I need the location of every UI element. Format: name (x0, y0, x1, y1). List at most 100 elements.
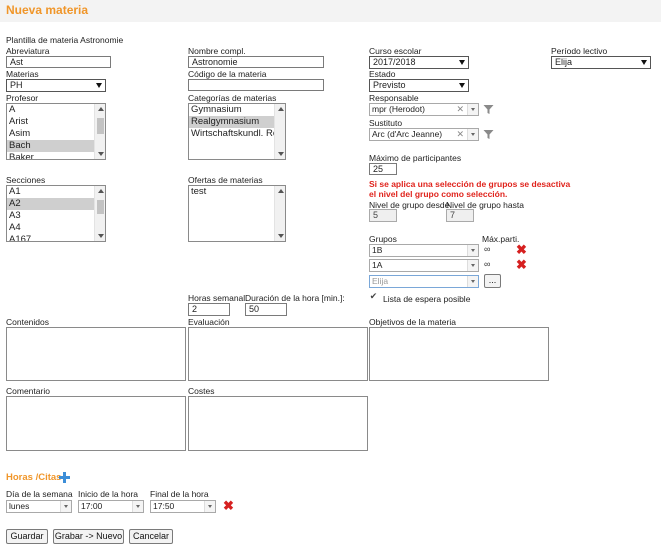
chevron-down-icon[interactable] (467, 104, 478, 115)
scroll-up-icon[interactable] (98, 107, 104, 111)
clear-icon[interactable]: ✕ (456, 104, 464, 115)
scrollbar[interactable] (274, 104, 285, 159)
list-item[interactable]: A3 (7, 210, 105, 222)
inicio-label: Inicio de la hora (78, 489, 139, 499)
list-item[interactable]: Wirtschaftskundl. Rea (189, 128, 285, 140)
list-item[interactable]: A2 (7, 198, 105, 210)
scrollbar-thumb[interactable] (97, 200, 104, 214)
template-text: Plantilla de materia Astronomie (6, 35, 124, 45)
grupo-value: 1A (372, 260, 383, 270)
responsable-label: Responsable (369, 93, 419, 103)
grupo-select[interactable]: 1B (369, 244, 479, 257)
chevron-down-icon (96, 83, 102, 88)
materias-select[interactable]: PH (6, 79, 106, 92)
curso-select[interactable]: 2017/2018 (369, 56, 469, 69)
nivel-desde-input: 5 (369, 209, 397, 222)
new-grupo-placeholder: Elija (372, 276, 389, 286)
costes-textarea[interactable] (188, 396, 368, 451)
list-item[interactable]: Gymnasium (189, 104, 285, 116)
list-item[interactable]: A (7, 104, 105, 116)
chevron-down-icon[interactable] (467, 260, 478, 271)
ofertas-label: Ofertas de materias (188, 175, 263, 185)
list-item[interactable]: Arist (7, 116, 105, 128)
sustituto-label: Sustituto (369, 118, 403, 128)
scroll-up-icon[interactable] (278, 189, 284, 193)
clear-icon[interactable]: ✕ (456, 129, 464, 140)
filter-icon[interactable] (483, 129, 494, 140)
final-label: Final de la hora (150, 489, 209, 499)
materias-value: PH (10, 80, 23, 90)
scroll-down-icon[interactable] (98, 234, 104, 238)
periodo-select[interactable]: Elija (551, 56, 651, 69)
more-button[interactable]: ... (484, 274, 501, 288)
abreviatura-input[interactable]: Ast (6, 56, 111, 68)
sustituto-combo[interactable]: Arc (d'Arc Jeanne) ✕ (369, 128, 479, 141)
list-item[interactable]: Bach (7, 140, 105, 152)
warning-line-2: el nivel del grupo como selección. (369, 189, 508, 199)
categorias-listbox[interactable]: Gymnasium Realgymnasium Wirtschaftskundl… (188, 103, 286, 160)
save-and-new-button[interactable]: Grabar -> Nuevo (53, 529, 124, 544)
abreviatura-label: Abreviatura (6, 46, 50, 56)
grupo-value: 1B (372, 245, 383, 255)
scrollbar[interactable] (94, 186, 105, 241)
duracion-input[interactable]: 50 (245, 303, 287, 316)
ofertas-listbox[interactable]: test (188, 185, 286, 242)
dia-select[interactable]: lunes (6, 500, 72, 513)
comentario-textarea[interactable] (6, 396, 186, 451)
list-item[interactable]: test (189, 186, 285, 198)
final-select[interactable]: 17:50 (150, 500, 216, 513)
add-icon[interactable] (59, 472, 70, 483)
chevron-down-icon[interactable] (132, 501, 143, 512)
chevron-down-icon (641, 60, 647, 65)
new-grupo-select[interactable]: Elija (369, 275, 479, 288)
scroll-down-icon[interactable] (278, 152, 284, 156)
filter-icon[interactable] (483, 104, 494, 115)
responsable-combo[interactable]: mpr (Herodot) ✕ (369, 103, 479, 116)
save-button[interactable]: Guardar (6, 529, 48, 544)
scrollbar-thumb[interactable] (97, 118, 104, 134)
scrollbar[interactable] (94, 104, 105, 159)
scroll-up-icon[interactable] (278, 107, 284, 111)
list-item[interactable]: Baker (7, 152, 105, 159)
max-part-input[interactable]: 25 (369, 163, 397, 175)
list-item[interactable]: Realgymnasium (189, 116, 285, 128)
grupo-select[interactable]: 1A (369, 259, 479, 272)
chevron-down-icon[interactable] (467, 276, 478, 287)
scroll-down-icon[interactable] (98, 152, 104, 156)
chevron-down-icon[interactable] (204, 501, 215, 512)
cancel-button[interactable]: Cancelar (129, 529, 173, 544)
scroll-down-icon[interactable] (278, 234, 284, 238)
delete-icon[interactable]: ✖ (516, 243, 527, 256)
inicio-value: 17:00 (81, 501, 103, 511)
inicio-select[interactable]: 17:00 (78, 500, 144, 513)
scrollbar[interactable] (274, 186, 285, 241)
estado-select[interactable]: Previsto (369, 79, 469, 92)
profesor-listbox[interactable]: A Arist Asim Bach Baker (6, 103, 106, 160)
costes-label: Costes (188, 386, 215, 396)
contenidos-label: Contenidos (6, 317, 50, 327)
list-item[interactable]: A1 (7, 186, 105, 198)
chevron-down-icon[interactable] (60, 501, 71, 512)
max-part-label: Máximo de participantes (369, 153, 462, 163)
chevron-down-icon[interactable] (467, 129, 478, 140)
estado-label: Estado (369, 69, 396, 79)
secciones-listbox[interactable]: A1 A2 A3 A4 A167 (6, 185, 106, 242)
objetivos-textarea[interactable] (369, 327, 549, 381)
contenidos-textarea[interactable] (6, 327, 186, 381)
delete-icon[interactable]: ✖ (223, 499, 234, 512)
list-item[interactable]: A167 (7, 234, 105, 241)
nombre-input[interactable]: Astronomie (188, 56, 324, 68)
materias-label: Materias (6, 69, 39, 79)
final-value: 17:50 (153, 501, 175, 511)
checkmark-icon[interactable]: ✔ (369, 292, 378, 301)
categorias-label: Categorías de materias (188, 93, 277, 103)
list-item[interactable]: A4 (7, 222, 105, 234)
scroll-up-icon[interactable] (98, 189, 104, 193)
delete-icon[interactable]: ✖ (516, 258, 527, 271)
chevron-down-icon[interactable] (467, 245, 478, 256)
codigo-input[interactable] (188, 79, 324, 91)
evaluacion-textarea[interactable] (188, 327, 368, 381)
list-item[interactable]: Asim (7, 128, 105, 140)
horas-semanal-input[interactable]: 2 (188, 303, 230, 316)
evaluacion-label: Evaluación (188, 317, 230, 327)
